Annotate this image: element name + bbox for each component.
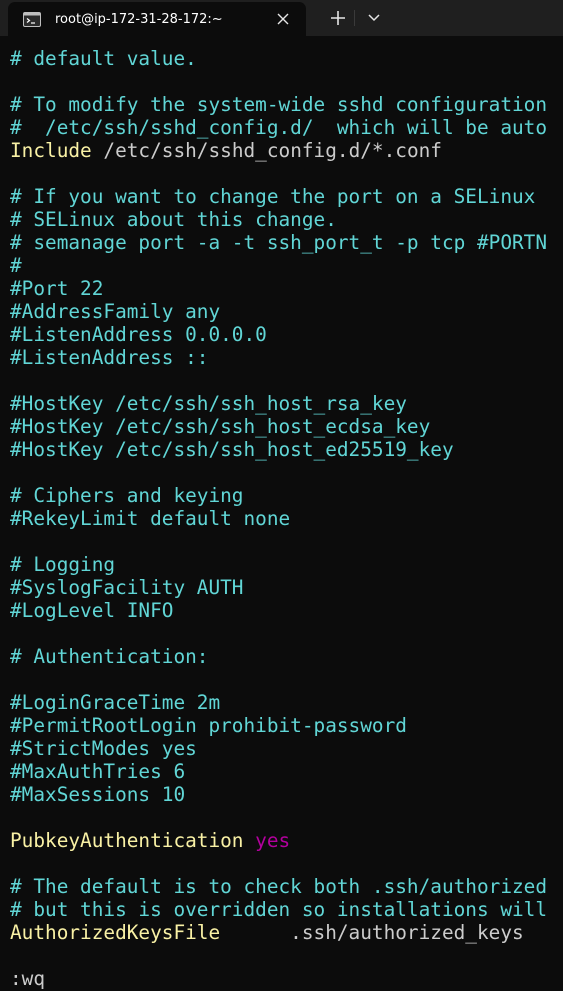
terminal-tab[interactable]: root@ip-172-31-28-172:~ (8, 2, 306, 36)
comment-text: #StrictModes yes (10, 737, 197, 760)
comment-text: # To modify the system-wide sshd configu… (10, 93, 548, 116)
terminal-content[interactable]: # default value. # To modify the system-w… (0, 36, 563, 991)
config-comment-line: #PermitRootLogin prohibit-password (10, 714, 407, 737)
config-comment-line: # /etc/ssh/sshd_config.d/ which will be … (10, 116, 547, 139)
toolbar-divider (354, 10, 355, 26)
config-comment-line: #HostKey /etc/ssh/ssh_host_rsa_key (10, 392, 407, 415)
plus-icon[interactable] (328, 8, 348, 28)
setting-keyword: PubkeyAuthentication (10, 829, 244, 852)
config-comment-line: # If you want to change the port on a SE… (10, 185, 535, 208)
comment-text: # Authentication: (10, 645, 209, 668)
chevron-down-icon[interactable] (366, 9, 382, 25)
glob-star: * (371, 139, 384, 162)
comment-text: # Logging (10, 553, 116, 576)
comment-text: # default value. (10, 47, 197, 70)
terminal-window: root@ip-172-31-28-172:~ # default value.… (0, 0, 563, 991)
comment-text: #MaxAuthTries 6 (10, 760, 186, 783)
setting-value: yes (243, 829, 291, 852)
config-comment-line: #HostKey /etc/ssh/ssh_host_ed25519_key (10, 438, 454, 461)
config-comment-line: # The default is to check both .ssh/auth… (10, 875, 547, 898)
comment-text: #HostKey /etc/ssh/ssh_host_ed25519_key (10, 438, 454, 461)
config-comment-line: # Logging (10, 553, 115, 576)
config-setting-line: AuthorizedKeysFile .ssh/authorized_keys (10, 921, 524, 944)
config-comment-line: #Port 22 (10, 277, 103, 300)
comment-text: #Port 22 (10, 277, 104, 300)
title-bar: root@ip-172-31-28-172:~ (0, 0, 563, 36)
directive-path-ext: .conf (383, 139, 442, 162)
config-comment-line: # SELinux about this change. (10, 208, 337, 231)
config-comment-line: #ListenAddress :: (10, 346, 208, 369)
comment-text: #ListenAddress 0.0.0.0 (10, 323, 267, 346)
comment-text: #RekeyLimit default none (10, 507, 291, 530)
config-comment-line: # default value. (10, 47, 197, 70)
setting-keyword: AuthorizedKeysFile (10, 921, 221, 944)
config-comment-line: #AddressFamily any (10, 300, 220, 323)
config-comment-line: #StrictModes yes (10, 737, 197, 760)
comment-text: #MaxSessions 10 (10, 783, 186, 806)
comment-text: #SyslogFacility AUTH (10, 576, 244, 599)
comment-text: # (10, 254, 22, 277)
comment-text: #LogLevel INFO (10, 599, 174, 622)
config-comment-line: # Authentication: (10, 645, 208, 668)
directive-path: /etc/ssh/sshd_config.d/ (91, 139, 372, 162)
comment-text: # The default is to check both .ssh/auth… (10, 875, 548, 898)
config-comment-line: #HostKey /etc/ssh/ssh_host_ecdsa_key (10, 415, 430, 438)
config-comment-line: # Ciphers and keying (10, 484, 243, 507)
config-comment-line: #LoginGraceTime 2m (10, 691, 220, 714)
comment-text: #HostKey /etc/ssh/ssh_host_ecdsa_key (10, 415, 431, 438)
terminal-icon (23, 11, 41, 27)
comment-text: #AddressFamily any (10, 300, 221, 323)
comment-text: #PermitRootLogin prohibit-password (10, 714, 407, 737)
config-comment-line: #RekeyLimit default none (10, 507, 290, 530)
setting-value: .ssh/authorized_keys (220, 921, 524, 944)
comment-text: #HostKey /etc/ssh/ssh_host_rsa_key (10, 392, 407, 415)
comment-text: # /etc/ssh/sshd_config.d/ which will be … (10, 116, 548, 139)
config-comment-line: #ListenAddress 0.0.0.0 (10, 323, 267, 346)
command-text: :wq (10, 967, 46, 990)
comment-text: #ListenAddress :: (10, 346, 209, 369)
comment-text: # but this is overridden so installation… (10, 898, 548, 921)
directive-keyword: Include (10, 139, 92, 162)
comment-text: # Ciphers and keying (10, 484, 244, 507)
comment-text: # SELinux about this change. (10, 208, 337, 231)
comment-text: # semanage port -a -t ssh_port_t -p tcp … (10, 231, 548, 254)
tab-title: root@ip-172-31-28-172:~ (55, 11, 223, 27)
config-comment-line: #MaxAuthTries 6 (10, 760, 185, 783)
config-setting-line: PubkeyAuthentication yes (10, 829, 290, 852)
config-comment-line: # semanage port -a -t ssh_port_t -p tcp … (10, 231, 547, 254)
config-comment-line: # To modify the system-wide sshd configu… (10, 93, 547, 116)
include-directive-line: Include /etc/ssh/sshd_config.d/*.conf (10, 139, 442, 162)
config-comment-line: #MaxSessions 10 (10, 783, 185, 806)
config-comment-line: # (10, 254, 22, 277)
vim-command-line: :wq (10, 967, 45, 990)
config-comment-line: # but this is overridden so installation… (10, 898, 547, 921)
config-comment-line: #SyslogFacility AUTH (10, 576, 243, 599)
close-icon[interactable] (276, 12, 290, 26)
comment-text: # If you want to change the port on a SE… (10, 185, 536, 208)
config-comment-line: #LogLevel INFO (10, 599, 173, 622)
comment-text: #LoginGraceTime 2m (10, 691, 221, 714)
